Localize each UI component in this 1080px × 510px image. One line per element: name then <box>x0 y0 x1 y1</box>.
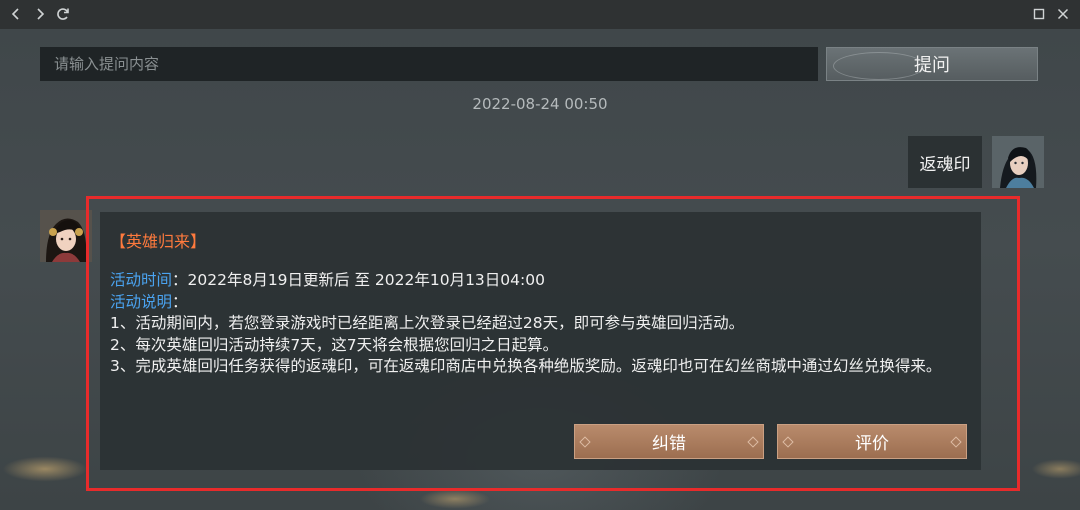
close-icon[interactable] <box>1053 4 1073 24</box>
activity-time-label: 活动时间 <box>110 271 173 289</box>
activity-desc-line: 活动说明： <box>110 292 970 314</box>
rate-button-label: 评价 <box>855 434 889 454</box>
answer-title: 【英雄归来】 <box>110 232 207 251</box>
answer-body: 活动时间：2022年8月19日更新后 至 2022年10月13日04:00 活动… <box>110 270 970 378</box>
back-icon[interactable] <box>6 4 26 24</box>
search-input[interactable] <box>40 47 818 81</box>
activity-desc-label: 活动说明 <box>110 292 173 311</box>
user-message-bubble: 返魂印 <box>908 136 982 188</box>
ask-button[interactable]: 提问 <box>826 47 1038 81</box>
title-bar <box>0 0 1080 29</box>
forward-icon[interactable] <box>30 4 50 24</box>
rate-button[interactable]: 评价 <box>777 424 967 459</box>
desc-item: 2、每次英雄回归活动持续7天，这7天将会根据您回归之日起算。 <box>110 335 559 354</box>
activity-time-value: ：2022年8月19日更新后 至 2022年10月13日04:00 <box>172 271 545 289</box>
activity-desc-colon: ： <box>172 292 188 311</box>
correct-button[interactable]: 纠错 <box>574 424 764 459</box>
button-ornament <box>833 52 925 80</box>
maximize-icon[interactable] <box>1029 4 1049 24</box>
desc-item: 1、活动期间内，若您登录游戏时已经距离上次登录已经超过28天，即可参与英雄回归活… <box>110 314 745 332</box>
user-avatar <box>992 136 1044 188</box>
activity-time-line: 活动时间：2022年8月19日更新后 至 2022年10月13日04:00 <box>110 270 970 292</box>
message-timestamp: 2022-08-24 00:50 <box>472 95 608 113</box>
assistant-avatar <box>40 210 92 262</box>
user-message-text: 返魂印 <box>919 154 971 175</box>
correct-button-label: 纠错 <box>652 434 686 454</box>
desc-item: 3、完成英雄回归任务获得的返魂印，可在返魂印商店中兑换各种绝版奖励。返魂印也可在… <box>110 357 942 375</box>
refresh-icon[interactable] <box>53 4 73 24</box>
